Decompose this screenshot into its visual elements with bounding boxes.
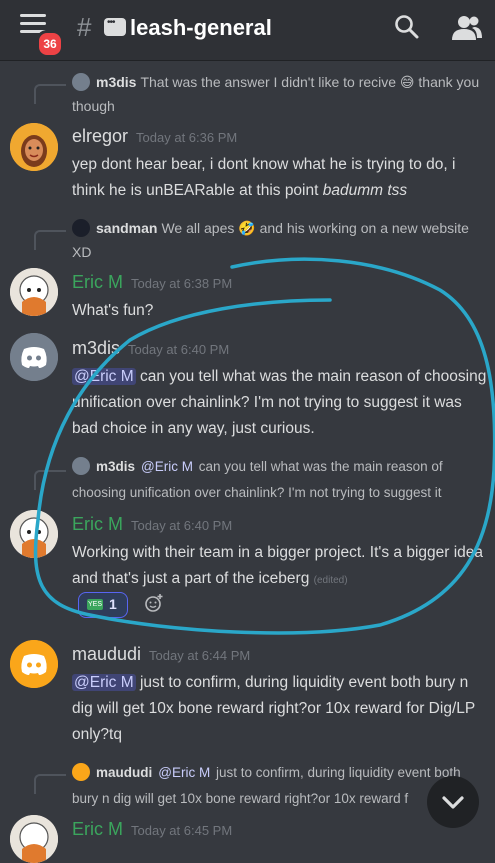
message-header: maududi Today at 6:44 PM — [72, 644, 250, 665]
reaction-button[interactable]: YES 1 — [78, 592, 128, 618]
add-reaction-icon[interactable] — [144, 593, 164, 613]
timestamp: Today at 6:36 PM — [136, 130, 238, 145]
elregor-avatar-icon — [10, 123, 58, 171]
discord-avatar-icon — [72, 457, 90, 475]
yes-emoji-icon: YES — [87, 599, 103, 610]
hash-icon: # — [77, 12, 92, 42]
notification-badge: 36 — [36, 30, 64, 58]
eric-avatar-icon — [10, 510, 58, 558]
discord-logo-icon — [10, 640, 58, 688]
sandman-avatar-icon — [72, 219, 90, 237]
avatar[interactable] — [10, 640, 58, 688]
message-body: @Eric M can you tell what was the main r… — [72, 368, 487, 437]
message-body: yep dont hear bear, i dont know what he … — [72, 156, 456, 199]
reply-preview[interactable]: maududi @Eric M just to confirm, during l… — [72, 760, 487, 812]
timestamp: Today at 6:44 PM — [149, 648, 251, 663]
members-icon[interactable] — [452, 14, 482, 40]
timestamp: Today at 6:40 PM — [128, 342, 230, 357]
avatar[interactable] — [10, 123, 58, 171]
channel-header: 36 # leash-general — [0, 0, 495, 60]
scroll-to-bottom-button[interactable] — [427, 776, 479, 828]
timestamp: Today at 6:38 PM — [131, 276, 233, 291]
timestamp: Today at 6:40 PM — [131, 518, 233, 533]
reply-preview[interactable]: sandman We all apes 🤣 and his working on … — [72, 216, 482, 264]
avatar[interactable] — [10, 333, 58, 381]
chevron-down-icon — [442, 796, 464, 809]
edited-label: (edited) — [313, 575, 348, 586]
eric-avatar-icon — [10, 815, 58, 863]
channel-name[interactable]: leash-general — [130, 15, 272, 41]
search-icon[interactable] — [394, 14, 420, 40]
message-header: m3dis Today at 6:40 PM — [72, 338, 229, 359]
timestamp: Today at 6:45 PM — [131, 823, 233, 838]
username[interactable]: Eric M — [72, 272, 123, 292]
chat-bubble-icon — [104, 17, 126, 36]
reply-preview[interactable]: m3dis That was the answer I didn't like t… — [72, 70, 482, 118]
user-mention[interactable]: @Eric M — [72, 368, 136, 385]
discord-avatar-icon — [72, 763, 90, 781]
message-header: Eric M Today at 6:40 PM — [72, 514, 232, 535]
message-body: Working with their team in a bigger proj… — [72, 544, 484, 587]
reaction-count: 1 — [109, 596, 117, 612]
reply-connector — [34, 470, 66, 490]
avatar[interactable] — [10, 510, 58, 558]
reply-connector — [34, 84, 66, 104]
message-header: elregor Today at 6:36 PM — [72, 126, 237, 147]
username[interactable]: Eric M — [72, 819, 123, 839]
message-body: What's fun? — [72, 302, 154, 319]
username[interactable]: m3dis — [72, 338, 120, 358]
reply-connector — [34, 230, 66, 250]
message-header: Eric M Today at 6:38 PM — [72, 272, 232, 293]
username[interactable]: elregor — [72, 126, 128, 146]
reply-preview[interactable]: m3dis @Eric M can you tell what was the m… — [72, 454, 472, 506]
discord-logo-icon — [10, 333, 58, 381]
user-mention[interactable]: @Eric M — [72, 674, 136, 691]
message-body: @Eric M just to confirm, during liquidit… — [72, 674, 475, 743]
eric-avatar-icon — [10, 268, 58, 316]
reply-connector — [34, 774, 66, 794]
avatar[interactable] — [10, 815, 58, 863]
avatar[interactable] — [10, 268, 58, 316]
discord-avatar-icon — [72, 73, 90, 91]
username[interactable]: maududi — [72, 644, 141, 664]
message-header: Eric M Today at 6:45 PM — [72, 819, 232, 840]
username[interactable]: Eric M — [72, 514, 123, 534]
